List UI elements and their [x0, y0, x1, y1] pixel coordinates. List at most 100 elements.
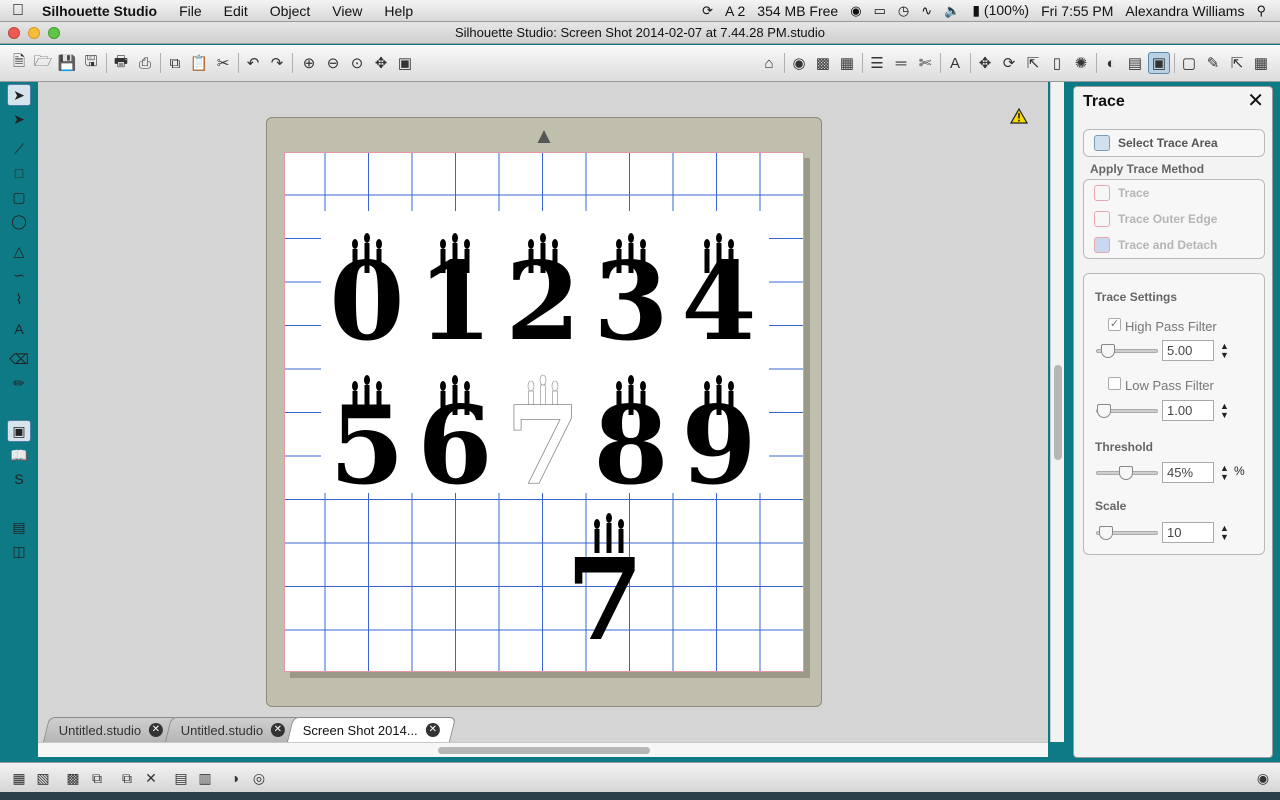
text-tool-icon[interactable]: A [7, 318, 31, 340]
grid-icon[interactable]: ▦ [1250, 52, 1272, 74]
traced-seven[interactable]: 7 [566, 513, 644, 666]
save-icon[interactable]: 💾 [56, 52, 78, 74]
release-compound-path-icon[interactable]: ⧉ [86, 768, 108, 788]
trace-and-detach-button[interactable]: Trace and Detach [1088, 234, 1260, 256]
app-menu[interactable]: Silhouette Studio [36, 3, 168, 19]
line-color-icon[interactable]: ☰ [866, 52, 888, 74]
design-page[interactable]: 0123456789 7 [284, 152, 804, 672]
duplicate-icon[interactable]: ⧉ [116, 768, 138, 788]
save-to-library-icon[interactable]: 🖫 [80, 52, 102, 74]
select-trace-area-button[interactable]: Select Trace Area [1088, 132, 1260, 154]
slider-knob[interactable] [1097, 404, 1111, 418]
select-tool-icon[interactable]: ➤ [7, 84, 31, 106]
zoom-in-icon[interactable]: ⊕ [298, 52, 320, 74]
rotate-icon[interactable]: ⟳ [998, 52, 1020, 74]
curve-tool-icon[interactable]: ∽ [7, 264, 31, 286]
rounded-rectangle-tool-icon[interactable]: ▢ [7, 186, 31, 208]
line-style-icon[interactable]: ═ [890, 52, 912, 74]
user-name[interactable]: Alexandra Williams [1125, 3, 1244, 19]
horizontal-scroll-thumb[interactable] [438, 747, 650, 754]
threshold-slider[interactable] [1096, 466, 1158, 480]
send-backward-icon[interactable]: ▥ [194, 768, 216, 788]
send-to-cutter-icon[interactable]: ⎙ [134, 52, 156, 74]
high-pass-value[interactable]: 5.00 [1162, 340, 1214, 361]
scale-slider[interactable] [1096, 526, 1158, 540]
color-wheel-icon[interactable]: ◉ [1252, 768, 1274, 788]
fill-color-icon[interactable]: ◉ [788, 52, 810, 74]
bring-forward-icon[interactable]: ▤ [170, 768, 192, 788]
slider-knob[interactable] [1099, 526, 1113, 540]
high-pass-stepper-icon[interactable]: ▲ ▼ [1220, 342, 1230, 360]
copy-icon[interactable]: ⧉ [164, 52, 186, 74]
high-pass-checkbox[interactable]: ✓ [1108, 318, 1121, 331]
eraser-tool-icon[interactable]: ⌫ [7, 348, 31, 370]
group-icon[interactable]: ▦ [8, 768, 30, 788]
panel-close-icon[interactable]: ✕ [1247, 91, 1264, 111]
cut-icon[interactable]: ✂ [212, 52, 234, 74]
threshold-stepper-icon[interactable]: ▲ ▼ [1220, 464, 1230, 482]
replicate-icon[interactable]: ✺ [1070, 52, 1092, 74]
menu-file[interactable]: File [168, 3, 213, 19]
spotlight-search-icon[interactable]: ⚲ [1256, 3, 1266, 19]
sync-icon[interactable]: ⟳ [702, 3, 713, 19]
memory-status[interactable]: 354 MB Free [757, 3, 838, 19]
low-pass-value[interactable]: 1.00 [1162, 400, 1214, 421]
slider-knob[interactable] [1101, 344, 1115, 358]
tab-untitled-2[interactable]: Untitled.studio ✕ [164, 717, 302, 742]
close-tab-icon[interactable]: ✕ [149, 723, 164, 737]
slider-knob[interactable] [1119, 466, 1133, 480]
trace-button[interactable]: Trace [1088, 182, 1260, 204]
library-icon[interactable]: 📖 [7, 444, 31, 466]
delete-icon[interactable]: ✕ [140, 768, 162, 788]
sketch-icon[interactable]: ✎ [1202, 52, 1224, 74]
window-minimize-button[interactable] [28, 27, 40, 39]
fill-pattern-icon[interactable]: ▦ [836, 52, 858, 74]
low-pass-checkbox[interactable] [1108, 377, 1121, 390]
display-icon[interactable]: ▭ [874, 3, 886, 19]
move-icon[interactable]: ✥ [974, 52, 996, 74]
design-workspace[interactable]: ▲ 0123456789 7 [38, 82, 1048, 742]
redo-icon[interactable]: ↷ [266, 52, 288, 74]
align-icon[interactable]: ▯ [1046, 52, 1068, 74]
window-close-button[interactable] [8, 27, 20, 39]
scale-icon[interactable]: ⇱ [1022, 52, 1044, 74]
menu-object[interactable]: Object [259, 3, 321, 19]
close-tab-icon[interactable]: ✕ [271, 723, 286, 737]
menu-help[interactable]: Help [373, 3, 424, 19]
zoom-out-icon[interactable]: ⊖ [322, 52, 344, 74]
offset-icon[interactable]: ◐ [1100, 52, 1122, 74]
horizontal-scrollbar[interactable] [38, 742, 1048, 757]
high-pass-slider[interactable] [1096, 344, 1158, 358]
edit-points-icon[interactable]: ➤ [7, 108, 31, 130]
tab-screen-shot[interactable]: Screen Shot 2014... ✕ [286, 717, 457, 742]
line-tool-icon[interactable]: ⟋ [7, 138, 31, 160]
close-tab-icon[interactable]: ✕ [425, 723, 440, 737]
wifi-icon[interactable]: ∿ [921, 3, 932, 19]
pan-icon[interactable]: ✥ [370, 52, 392, 74]
threshold-value[interactable]: 45% [1162, 462, 1214, 483]
fill-gradient-icon[interactable]: ▩ [812, 52, 834, 74]
tab-untitled-1[interactable]: Untitled.studio ✕ [42, 717, 180, 742]
scale-value[interactable]: 10 [1162, 522, 1214, 543]
make-compound-path-icon[interactable]: ▩ [62, 768, 84, 788]
polygon-tool-icon[interactable]: △ [7, 240, 31, 262]
fit-to-page-icon[interactable]: ▣ [394, 52, 416, 74]
open-folder-icon[interactable]: 🗁 [32, 52, 54, 74]
panel-layout-split-icon[interactable]: ◫ [7, 540, 31, 562]
zoom-selection-icon[interactable]: ⊙ [346, 52, 368, 74]
rectangle-tool-icon[interactable]: □ [7, 162, 31, 184]
clock[interactable]: Fri 7:55 PM [1041, 3, 1113, 19]
trace-icon[interactable]: ▣ [1148, 52, 1170, 74]
adobe-status[interactable]: A 2 [725, 3, 745, 19]
registration-marks-icon[interactable]: ◎ [248, 768, 270, 788]
page-canvas[interactable]: 0 1 2 3 45 6 7 8 9 7 [285, 153, 804, 672]
ellipse-tool-icon[interactable]: ◯ [7, 210, 31, 232]
design-view-icon[interactable]: ▣ [7, 420, 31, 442]
page-setup-icon[interactable]: ▢ [1178, 52, 1200, 74]
paste-icon[interactable]: 📋 [188, 52, 210, 74]
vertical-scroll-thumb[interactable] [1054, 365, 1062, 460]
new-document-icon[interactable]: 🗎 [8, 52, 30, 74]
online-store-icon[interactable]: S [7, 468, 31, 490]
warning-icon[interactable] [1010, 108, 1028, 124]
design-page-icon[interactable]: ⌂ [758, 52, 780, 74]
